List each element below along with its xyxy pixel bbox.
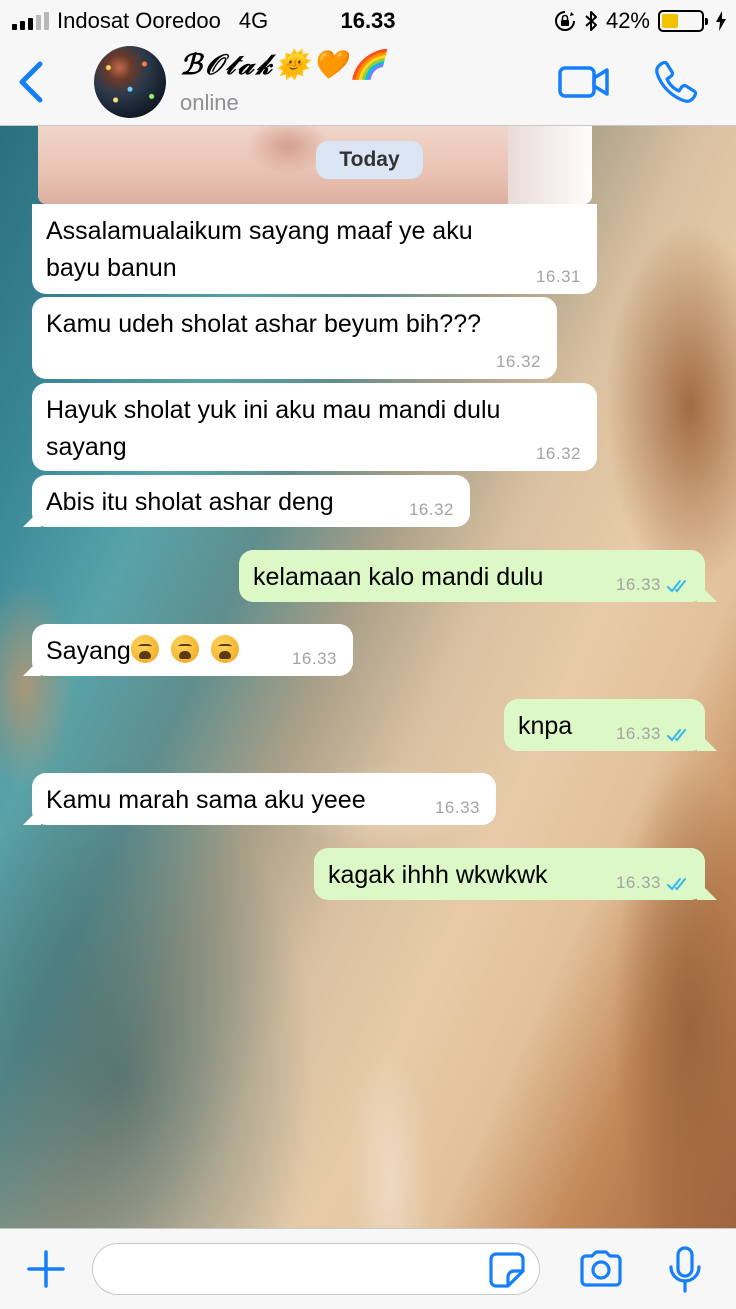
status-bar: Indosat Ooredoo 4G 16.33 42%: [0, 0, 736, 40]
photo-message[interactable]: [38, 126, 592, 204]
message-time: 16.33: [434, 798, 480, 817]
network-label: 4G: [238, 8, 269, 33]
message-text: Hayuk sholat yuk ini aku mau mandi dulu …: [46, 396, 501, 461]
attach-button[interactable]: [26, 1249, 66, 1289]
message-bubble-outgoing[interactable]: kelamaan kalo mandi dulu 16.33: [239, 550, 705, 602]
battery-percent: 42%: [605, 8, 650, 33]
microphone-icon: [669, 1246, 701, 1293]
video-call-button[interactable]: [556, 58, 612, 106]
message-bubble-outgoing[interactable]: kagak ihhh wkwkwk 16.33: [314, 848, 705, 900]
status-right: 42%: [554, 8, 726, 34]
message-bubble-incoming[interactable]: Kamu udeh sholat ashar beyum bih??? 16.3…: [32, 297, 557, 379]
lock-rotation-icon: [554, 10, 576, 32]
weary-face-icon: [130, 635, 159, 663]
camera-button[interactable]: [578, 1249, 624, 1289]
message-time: 16.33: [615, 873, 661, 892]
video-call-icon: [558, 66, 609, 98]
message-text: Assalamualaikum sayang maaf ye aku bayu …: [46, 217, 473, 282]
date-separator: Today: [316, 141, 423, 179]
input-bar: [0, 1228, 736, 1309]
sticker-button[interactable]: [488, 1251, 526, 1289]
weary-face-icon: [170, 635, 199, 663]
message-bubble-outgoing[interactable]: knpa 16.33: [504, 699, 705, 751]
message-time: 16.32: [535, 444, 581, 463]
message-text: Kamu udeh sholat ashar beyum bih???: [46, 310, 482, 338]
phone-call-icon: [655, 60, 698, 103]
message-bubble-incoming[interactable]: Sayang 16.33: [32, 624, 353, 676]
camera-icon: [580, 1250, 622, 1287]
message-time: 16.33: [615, 575, 661, 594]
message-bubble-incoming[interactable]: Abis itu sholat ashar deng 16.32: [32, 475, 470, 527]
contact-name[interactable]: ℬ𝒪𝓉𝒶𝓀🌞🧡🌈: [180, 48, 388, 82]
microphone-button[interactable]: [666, 1245, 704, 1295]
battery-icon: [658, 10, 708, 32]
plus-icon: [27, 1250, 65, 1288]
weary-face-icon: [210, 635, 239, 663]
message-time: 16.32: [495, 352, 541, 371]
read-ticks-icon: [667, 580, 686, 593]
signal-icon: [12, 12, 49, 30]
message-input[interactable]: [92, 1243, 540, 1295]
read-ticks-icon: [667, 878, 686, 891]
avatar[interactable]: [94, 46, 166, 118]
message-bubble-incoming[interactable]: Kamu marah sama aku yeee 16.33: [32, 773, 496, 825]
back-chevron-icon: [19, 61, 43, 103]
message-text: Abis itu sholat ashar deng: [46, 488, 334, 516]
charging-icon: [716, 11, 726, 31]
message-time: 16.33: [291, 649, 337, 668]
status-left: Indosat Ooredoo 4G: [12, 8, 268, 34]
message-text: Kamu marah sama aku yeee: [46, 786, 366, 814]
battery-fill: [662, 14, 678, 28]
phone-call-button[interactable]: [652, 58, 708, 106]
read-ticks-icon: [667, 729, 686, 742]
bluetooth-icon: [584, 10, 598, 32]
message-text: Sayang: [46, 637, 131, 665]
weary-face-emoji-group: [130, 635, 239, 665]
message-time: 16.31: [535, 267, 581, 286]
chat-header: ℬ𝒪𝓉𝒶𝓀🌞🧡🌈 online: [0, 40, 736, 126]
contact-status: online: [180, 90, 239, 115]
back-button[interactable]: [14, 58, 48, 106]
message-time: 16.33: [615, 724, 661, 743]
carrier-label: Indosat Ooredoo: [57, 8, 221, 33]
sticker-icon: [489, 1252, 525, 1288]
message-bubble-incoming[interactable]: Assalamualaikum sayang maaf ye aku bayu …: [32, 204, 597, 294]
chat-area[interactable]: Today Assalamualaikum sayang maaf ye aku…: [0, 126, 736, 1228]
message-bubble-incoming[interactable]: Hayuk sholat yuk ini aku mau mandi dulu …: [32, 383, 597, 471]
message-text: knpa: [518, 712, 573, 740]
message-time: 16.32: [408, 500, 454, 519]
